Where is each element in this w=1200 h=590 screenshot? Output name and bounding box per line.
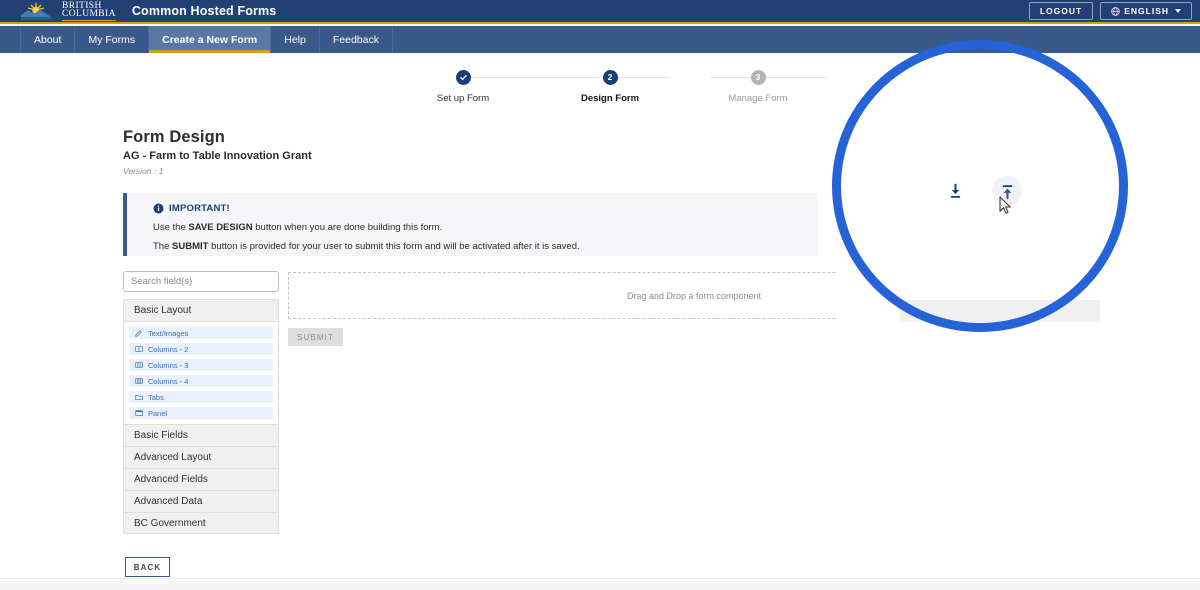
palette-item-columns-4[interactable]: Columns - 4: [129, 375, 273, 387]
stepper-step-design-form[interactable]: 2 Design Form: [545, 64, 675, 104]
text-image-icon: [135, 330, 142, 337]
language-label: ENGLISH: [1124, 6, 1169, 16]
header-actions: LOGOUT ENGLISH: [1028, 2, 1200, 20]
stepper-step-manage-form[interactable]: 3 Manage Form: [693, 64, 823, 104]
obscured-region-accent: [900, 300, 1100, 322]
download-form-button[interactable]: [940, 176, 970, 206]
panel-icon: [135, 410, 143, 416]
alert-line-1-pre: Use the: [153, 222, 189, 233]
alert-heading: IMPORTANT!: [153, 203, 818, 214]
alert-line-2: The SUBMIT button is provided for your u…: [153, 241, 818, 252]
upload-icon: [1002, 184, 1012, 199]
nav-item-feedback[interactable]: Feedback: [320, 26, 393, 53]
palette-item-text-images[interactable]: Text/Images: [129, 327, 273, 339]
form-name: AG - Farm to Table Innovation Grant: [123, 150, 312, 162]
bc-wordmark: BRITISH COLUMBIA: [62, 1, 116, 21]
step-indicator-done: [455, 70, 471, 85]
stepper-step-set-up-form[interactable]: Set up Form: [398, 64, 528, 104]
main-navigation: About My Forms Create a New Form Help Fe…: [0, 26, 1200, 53]
logout-label: LOGOUT: [1039, 6, 1083, 16]
columns-icon: [135, 362, 143, 368]
step-label: Set up Form: [436, 93, 490, 104]
palette-item-label: Panel: [148, 408, 168, 418]
palette-group-advanced-data[interactable]: Advanced Data: [123, 490, 279, 512]
dropzone-text: Drag and Drop a form component: [626, 290, 762, 301]
palette-item-label: Columns - 3: [148, 360, 189, 370]
upload-form-button[interactable]: [992, 176, 1022, 206]
component-palette: Basic Layout Text/Images Columns - 2 Col…: [123, 299, 279, 534]
palette-group-label: Advanced Fields: [134, 474, 208, 485]
form-wizard-stepper: Set up Form 2 Design Form 3 Manage Form: [380, 64, 840, 109]
palette-item-columns-2[interactable]: Columns - 2: [129, 343, 273, 355]
palette-group-label: Advanced Layout: [134, 452, 212, 463]
alert-line-2-post: button is provided for your user to subm…: [208, 241, 580, 252]
alert-heading-text: IMPORTANT!: [169, 203, 230, 214]
nav-label: My Forms: [88, 33, 136, 46]
palette-group-advanced-layout[interactable]: Advanced Layout: [123, 446, 279, 468]
palette-group-bc-government[interactable]: BC Government: [123, 512, 279, 534]
palette-group-label: BC Government: [134, 517, 206, 529]
app-header: BRITISH COLUMBIA Common Hosted Forms LOG…: [0, 0, 1200, 24]
palette-item-panel[interactable]: Panel: [129, 407, 273, 419]
step-label: Design Form: [580, 93, 640, 104]
language-selector[interactable]: ENGLISH: [1100, 2, 1192, 20]
palette-group-label: Advanced Data: [134, 496, 203, 507]
columns-icon: [135, 346, 143, 352]
palette-item-label: Columns - 2: [148, 344, 189, 354]
alert-line-2-bold: SUBMIT: [172, 241, 209, 252]
palette-group-label: Basic Fields: [134, 430, 188, 441]
palette-item-tabs[interactable]: Tabs: [129, 391, 273, 403]
step-indicator-current: 2: [602, 70, 618, 85]
app-root: BRITISH COLUMBIA Common Hosted Forms LOG…: [0, 0, 1200, 590]
nav-label: About: [34, 33, 62, 46]
palette-group-label: Basic Layout: [134, 305, 192, 316]
nav-item-create-a-new-form[interactable]: Create a New Form: [149, 26, 272, 53]
download-icon: [950, 183, 960, 198]
nav-label: Help: [284, 33, 306, 46]
logout-button[interactable]: LOGOUT: [1028, 2, 1094, 20]
alert-line-1-post: button when you are done building this f…: [252, 222, 443, 233]
bc-brand: BRITISH COLUMBIA: [0, 1, 116, 21]
nav-item-help[interactable]: Help: [271, 26, 320, 53]
palette-item-label: Tabs: [148, 392, 164, 402]
page-footer: [0, 578, 1200, 590]
page-title: Form Design: [123, 128, 225, 146]
bc-logo-icon: [18, 1, 54, 21]
form-version: Version : 1: [123, 166, 164, 176]
palette-group-basic-fields[interactable]: Basic Fields: [123, 424, 279, 446]
important-alert: IMPORTANT! Use the SAVE DESIGN button wh…: [123, 193, 818, 256]
palette-group-basic-layout-body: Text/Images Columns - 2 Columns - 3 Colu…: [123, 321, 279, 424]
form-action-icons: [940, 176, 1022, 206]
globe-icon: [1111, 6, 1120, 16]
nav-item-my-forms[interactable]: My Forms: [75, 26, 150, 53]
folder-icon: [135, 395, 143, 400]
alert-line-1-bold: SAVE DESIGN: [188, 222, 253, 233]
nav-item-about[interactable]: About: [20, 26, 76, 53]
alert-line-2-pre: The: [153, 241, 173, 252]
alert-line-1: Use the SAVE DESIGN button when you are …: [153, 222, 818, 233]
step-indicator-todo: 3: [750, 70, 766, 85]
nav-label: Feedback: [332, 33, 379, 46]
back-button[interactable]: BACK: [125, 557, 170, 577]
palette-item-label: Columns - 4: [148, 376, 189, 386]
submit-button[interactable]: SUBMIT: [288, 328, 343, 346]
palette-group-advanced-fields[interactable]: Advanced Fields: [123, 468, 279, 490]
palette-group-basic-layout[interactable]: Basic Layout: [123, 299, 279, 321]
columns-icon: [135, 378, 143, 384]
nav-label: Create a New Form: [162, 33, 258, 46]
bc-wordmark-line2: COLUMBIA: [62, 9, 116, 19]
search-input[interactable]: [123, 271, 279, 292]
step-label: Manage Form: [728, 93, 788, 104]
info-icon: [153, 203, 164, 214]
palette-item-columns-3[interactable]: Columns - 3: [129, 359, 273, 371]
chevron-down-icon: [1175, 9, 1181, 13]
check-icon: [459, 75, 467, 81]
palette-item-label: Text/Images: [148, 328, 189, 338]
app-title: Common Hosted Forms: [131, 4, 277, 18]
